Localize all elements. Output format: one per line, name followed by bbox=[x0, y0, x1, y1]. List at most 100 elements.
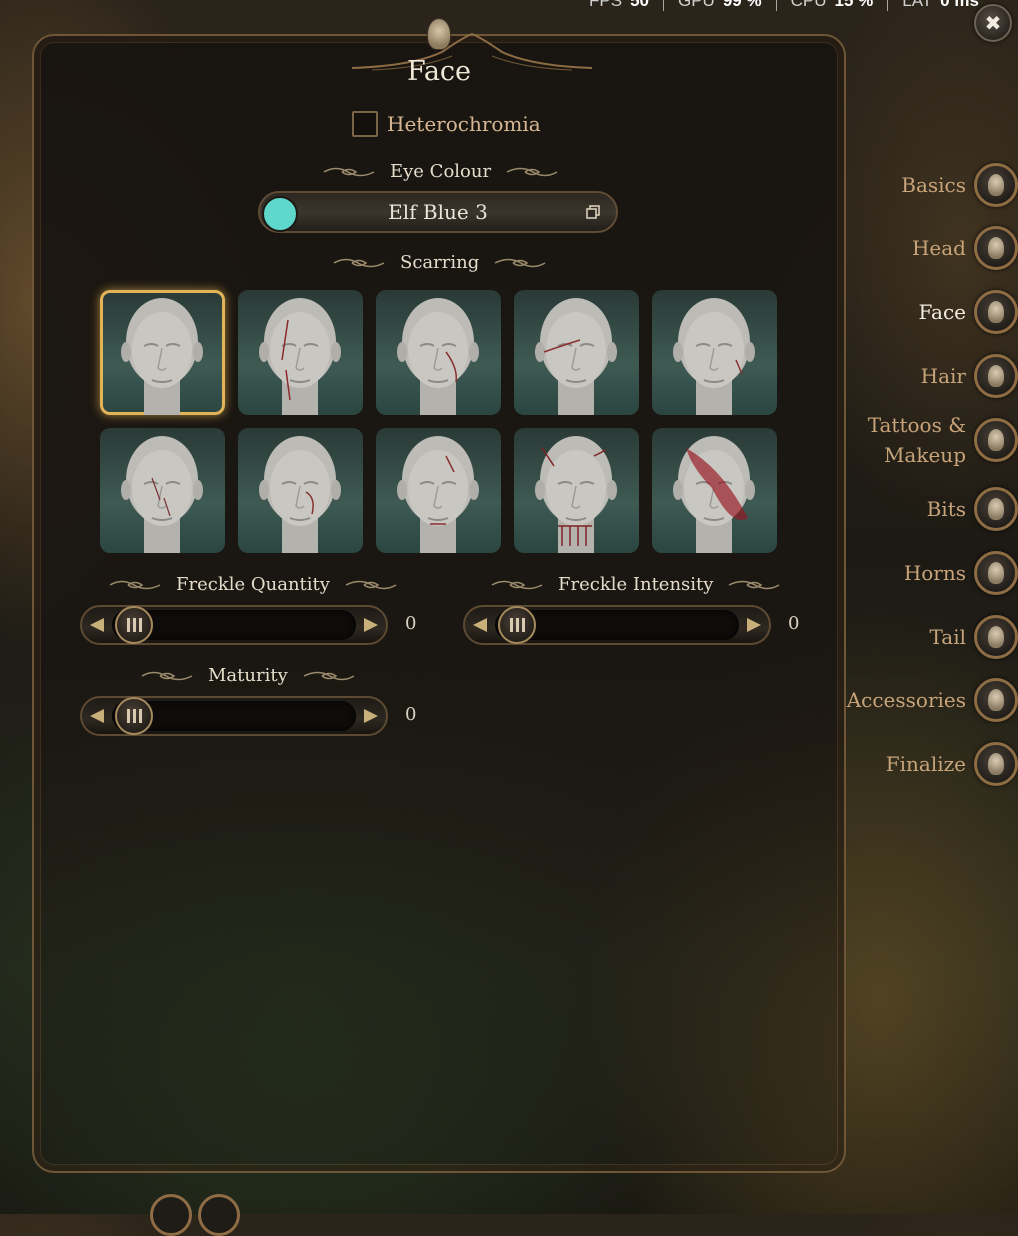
freckle-quantity-heading: Freckle Quantity bbox=[108, 574, 398, 595]
eye-colour-selector[interactable]: Elf Blue 3 bbox=[258, 191, 618, 233]
freckle-intensity-label: Freckle Intensity bbox=[558, 574, 714, 595]
close-button[interactable]: ✖ bbox=[974, 4, 1012, 42]
fps-stat: FPS 50 bbox=[575, 0, 664, 11]
increase-arrow-icon[interactable] bbox=[364, 709, 378, 723]
nav-item-finalize[interactable]: Finalize bbox=[886, 742, 1018, 786]
heterochromia-toggle[interactable]: Heterochromia bbox=[352, 111, 541, 137]
face-portrait-icon bbox=[535, 298, 617, 415]
skull-icon bbox=[974, 487, 1018, 531]
cpu-value: 15 % bbox=[834, 0, 874, 10]
scar-option-2[interactable] bbox=[238, 290, 363, 415]
nav-item-label: Face bbox=[918, 300, 966, 324]
flourish-right-icon bbox=[506, 167, 558, 176]
scar-option-10[interactable] bbox=[652, 428, 777, 553]
nav-item-label: Tattoos & Makeup bbox=[867, 413, 966, 467]
skull-icon bbox=[974, 418, 1018, 462]
scarring-heading: Scarring bbox=[332, 252, 547, 273]
latency-stat: LAT 0 ms bbox=[888, 0, 993, 11]
nav-item-label: Basics bbox=[901, 173, 966, 197]
slider-handle[interactable] bbox=[115, 697, 153, 735]
nav-item-label: Accessories bbox=[846, 688, 966, 712]
face-portrait-icon bbox=[259, 298, 341, 415]
face-portrait-icon bbox=[535, 436, 617, 553]
nav-item-label: Hair bbox=[920, 364, 966, 388]
skull-icon bbox=[974, 615, 1018, 659]
flourish-left-icon bbox=[109, 580, 161, 589]
freckle-intensity-value: 0 bbox=[788, 613, 800, 634]
scar-option-6[interactable] bbox=[100, 428, 225, 553]
scar-option-8[interactable] bbox=[376, 428, 501, 553]
eye-colour-label: Eye Colour bbox=[390, 161, 492, 182]
scar-option-7[interactable] bbox=[238, 428, 363, 553]
nav-item-basics[interactable]: Basics bbox=[901, 163, 1018, 207]
face-portrait-icon bbox=[673, 298, 755, 415]
performance-overlay: FPS 50 GPU 99 % CPU 15 % LAT 0 ms bbox=[575, 0, 1018, 11]
nav-item-tattoos-makeup[interactable]: Tattoos & Makeup bbox=[868, 410, 1018, 470]
page-title: Face bbox=[406, 56, 472, 87]
flourish-left-icon bbox=[491, 580, 543, 589]
fps-value: 50 bbox=[630, 0, 649, 10]
nav-item-tail[interactable]: Tail bbox=[929, 615, 1018, 659]
scar-option-4[interactable] bbox=[514, 290, 639, 415]
badge-icon[interactable] bbox=[150, 1194, 192, 1236]
scar-option-3[interactable] bbox=[376, 290, 501, 415]
skull-icon bbox=[974, 742, 1018, 786]
skull-icon bbox=[974, 678, 1018, 722]
skull-icon bbox=[974, 163, 1018, 207]
scar-option-5[interactable] bbox=[652, 290, 777, 415]
freckle-intensity-slider[interactable] bbox=[463, 605, 771, 645]
face-portrait-icon bbox=[673, 436, 755, 553]
slider-handle[interactable] bbox=[115, 606, 153, 644]
face-portrait-icon bbox=[397, 298, 479, 415]
nav-item-label: Bits bbox=[926, 497, 966, 521]
maturity-label: Maturity bbox=[208, 665, 288, 686]
nav-item-label: Finalize bbox=[885, 752, 966, 776]
slider-handle[interactable] bbox=[498, 606, 536, 644]
cpu-stat: CPU 15 % bbox=[777, 0, 889, 11]
decrease-arrow-icon[interactable] bbox=[90, 618, 104, 632]
nav-item-horns[interactable]: Horns bbox=[904, 551, 1018, 595]
nav-item-accessories[interactable]: Accessories bbox=[847, 678, 1018, 722]
heterochromia-checkbox[interactable] bbox=[352, 111, 378, 137]
scarring-label: Scarring bbox=[400, 252, 480, 273]
nav-item-head[interactable]: Head bbox=[912, 226, 1018, 270]
freckle-quantity-slider[interactable] bbox=[80, 605, 388, 645]
gpu-value: 99 % bbox=[722, 0, 762, 10]
fps-label: FPS bbox=[589, 0, 623, 10]
nav-item-label: Tail bbox=[929, 625, 966, 649]
scar-option-9[interactable] bbox=[514, 428, 639, 553]
maturity-value: 0 bbox=[405, 704, 417, 725]
increase-arrow-icon[interactable] bbox=[747, 618, 761, 632]
maturity-slider[interactable] bbox=[80, 696, 388, 736]
skull-icon bbox=[974, 290, 1018, 334]
freckle-quantity-value: 0 bbox=[405, 613, 417, 634]
freckle-intensity-heading: Freckle Intensity bbox=[490, 574, 781, 595]
maturity-heading: Maturity bbox=[140, 665, 356, 686]
heterochromia-label: Heterochromia bbox=[387, 112, 541, 136]
bottom-badges bbox=[150, 1194, 240, 1236]
badge-icon[interactable] bbox=[198, 1194, 240, 1236]
flourish-left-icon bbox=[333, 258, 385, 267]
face-portrait-icon bbox=[259, 436, 341, 553]
nav-item-hair[interactable]: Hair bbox=[921, 354, 1018, 398]
nav-item-bits[interactable]: Bits bbox=[927, 487, 1018, 531]
scarring-grid bbox=[100, 290, 777, 553]
nav-item-label: Horns bbox=[903, 561, 966, 585]
scar-option-1[interactable] bbox=[100, 290, 225, 415]
face-portrait-icon bbox=[397, 436, 479, 553]
copy-icon[interactable] bbox=[586, 205, 600, 219]
flourish-right-icon bbox=[729, 580, 780, 589]
skull-icon bbox=[974, 551, 1018, 595]
decrease-arrow-icon[interactable] bbox=[90, 709, 104, 723]
freckle-quantity-label: Freckle Quantity bbox=[176, 574, 330, 595]
nav-item-label: Head bbox=[911, 236, 966, 260]
cpu-label: CPU bbox=[790, 0, 827, 10]
decrease-arrow-icon[interactable] bbox=[473, 618, 487, 632]
flourish-right-icon bbox=[345, 580, 397, 589]
face-portrait-icon bbox=[121, 298, 203, 415]
nav-item-face[interactable]: Face bbox=[919, 290, 1018, 334]
flourish-left-icon bbox=[323, 167, 375, 176]
crest-skull-icon bbox=[427, 18, 451, 50]
flourish-right-icon bbox=[494, 258, 546, 267]
increase-arrow-icon[interactable] bbox=[364, 618, 378, 632]
